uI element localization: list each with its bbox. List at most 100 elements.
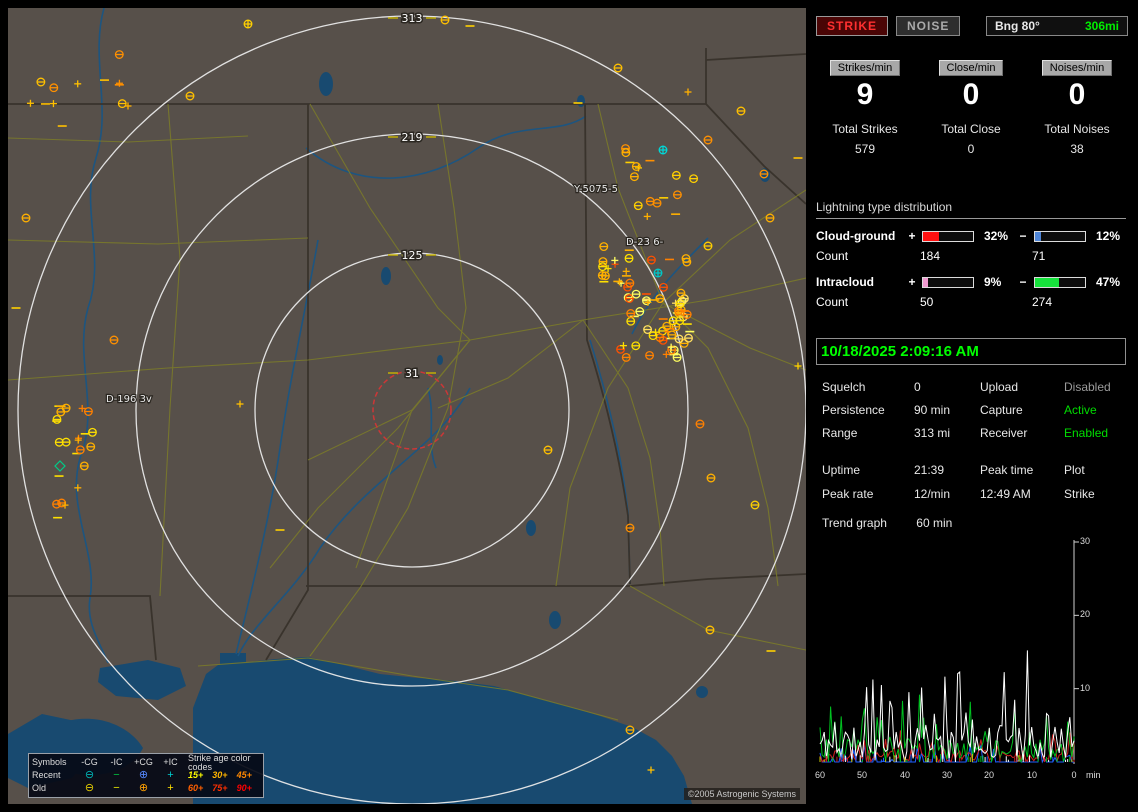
- svg-text:219: 219: [402, 131, 423, 144]
- copyright-label: ©2005 Astrogenic Systems: [683, 788, 800, 800]
- legend-col-pos-ic: +IC: [163, 757, 178, 767]
- x-axis-unit: min: [1086, 770, 1101, 780]
- receiver-value: Enabled: [1064, 426, 1109, 440]
- total-close-label: Total Close: [941, 121, 1001, 136]
- peak-rate-value: 12/min: [914, 487, 951, 501]
- strikes-per-min-column: Strikes/min 9 Total Strikes 579: [813, 60, 917, 156]
- app-window: 313 219 125 31 Y-5075-5 D-23 6- D-196 3v Symbo…: [0, 0, 1138, 812]
- map-legend: Symbols -CG -IC +CG +IC Strike age color…: [28, 753, 264, 798]
- bearing-range-box: Bng 80° 306mi: [986, 16, 1128, 36]
- uptime-label: Uptime: [822, 463, 861, 477]
- rate-stats: Strikes/min 9 Total Strikes 579 Close/mi…: [812, 60, 1130, 156]
- intracloud-row: Intracloud + 9% − 47%: [816, 275, 1126, 289]
- close-per-min-value: 0: [962, 78, 980, 111]
- count-label: Count: [816, 295, 849, 309]
- close-per-min-button[interactable]: Close/min: [938, 60, 1004, 76]
- legend-age-title: Strike age color codes: [188, 752, 251, 772]
- trend-graph-canvas: [819, 540, 1079, 764]
- age-30: 30+: [212, 770, 228, 780]
- cloud-ground-count-row: Count 184 71: [816, 249, 1126, 263]
- legend-symbols-header: Symbols: [32, 757, 67, 767]
- range-setting-label: Range: [822, 426, 858, 440]
- upload-value: Disabled: [1064, 380, 1111, 394]
- lightning-distribution: Lightning type distribution Cloud-ground…: [816, 200, 1126, 321]
- x-tick-50: 50: [856, 770, 867, 780]
- minus-sign: −: [1019, 275, 1027, 289]
- svg-text:Y-5075-5: Y-5075-5: [573, 184, 618, 195]
- map-canvas[interactable]: 313 219 125 31 Y-5075-5 D-23 6- D-196 3v: [8, 8, 806, 804]
- peak-time-value: 12:49 AM: [980, 487, 1031, 501]
- svg-text:D-23 6-: D-23 6-: [626, 237, 664, 248]
- trend-graph-value: 60 min: [916, 516, 953, 530]
- datetime-display: 10/18/2025 2:09:16 AM: [816, 338, 1126, 365]
- legend-col-neg-ic: -IC: [110, 757, 123, 767]
- receiver-label: Receiver: [980, 426, 1028, 440]
- x-tick-30: 30: [941, 770, 952, 780]
- capture-value: Active: [1064, 403, 1097, 417]
- x-tick-0: 0: [1071, 770, 1077, 780]
- noises-per-min-value: 0: [1068, 78, 1086, 111]
- age-90: 90+: [236, 783, 252, 793]
- range-label: 306mi: [1084, 19, 1119, 33]
- noise-indicator-button[interactable]: NOISE: [896, 16, 961, 36]
- legend-col-pos-cg: +CG: [134, 757, 153, 767]
- age-75: 75+: [212, 783, 228, 793]
- cloud-ground-label: Cloud-ground: [816, 229, 896, 243]
- indicator-bar: STRIKE NOISE Bng 80° 306mi: [816, 16, 1128, 36]
- cg-positive-bar-fill: [923, 231, 939, 241]
- uptime-value: 21:39: [914, 463, 945, 477]
- legend-col-neg-cg: -CG: [81, 757, 98, 767]
- cg-negative-bar: [1034, 230, 1086, 242]
- x-tick-40: 40: [899, 770, 910, 780]
- old-pos-cg-icon: ⊕: [138, 782, 149, 794]
- trend-graph-label: Trend graph: [822, 516, 887, 530]
- svg-text:313: 313: [402, 12, 423, 25]
- total-close-value: 0: [967, 141, 975, 156]
- ic-positive-count: 50: [920, 295, 934, 309]
- old-neg-ic-icon: −: [113, 782, 120, 794]
- legend-old-label: Old: [32, 783, 47, 793]
- strikes-per-min-value: 9: [856, 78, 874, 111]
- peak-rate-label: Peak rate: [822, 487, 874, 501]
- svg-text:31: 31: [405, 367, 419, 380]
- old-pos-ic-icon: +: [167, 782, 174, 794]
- plus-sign: +: [908, 275, 916, 289]
- minus-sign: −: [1019, 229, 1027, 243]
- y-tick-30: 30: [1080, 536, 1091, 546]
- cg-negative-bar-fill: [1035, 231, 1041, 241]
- squelch-value: 0: [914, 380, 921, 394]
- svg-text:D-196 3v: D-196 3v: [106, 394, 152, 405]
- recent-neg-ic-icon: −: [113, 769, 120, 781]
- capture-label: Capture: [980, 403, 1023, 417]
- x-tick-60: 60: [814, 770, 825, 780]
- plus-sign: +: [908, 229, 916, 243]
- count-label: Count: [816, 249, 849, 263]
- ic-positive-bar: [922, 276, 974, 288]
- total-noises-value: 38: [1070, 141, 1084, 156]
- cg-positive-count: 184: [920, 249, 941, 263]
- cloud-ground-row: Cloud-ground + 32% − 12%: [816, 229, 1126, 243]
- cg-positive-pct: 32%: [984, 229, 1009, 243]
- legend-recent-label: Recent: [32, 770, 61, 780]
- strike-indicator-button[interactable]: STRIKE: [816, 16, 889, 36]
- old-neg-cg-icon: ⊖: [84, 782, 95, 794]
- noises-per-min-button[interactable]: Noises/min: [1041, 60, 1113, 76]
- ic-positive-bar-fill: [923, 277, 928, 287]
- plot-value: Strike: [1064, 487, 1095, 501]
- intracloud-count-row: Count 50 274: [816, 295, 1126, 309]
- peak-time-label: Peak time: [980, 463, 1034, 477]
- age-45: 45+: [236, 770, 252, 780]
- total-noises-label: Total Noises: [1044, 121, 1110, 136]
- total-strikes-value: 579: [854, 141, 876, 156]
- close-per-min-column: Close/min 0 Total Close 0: [919, 60, 1023, 156]
- strikes-per-min-button[interactable]: Strikes/min: [829, 60, 901, 76]
- lightning-map[interactable]: 313 219 125 31 Y-5075-5 D-23 6- D-196 3v Symbo…: [8, 8, 806, 804]
- plot-label: Plot: [1064, 463, 1085, 477]
- x-tick-10: 10: [1026, 770, 1037, 780]
- distribution-title: Lightning type distribution: [816, 200, 1126, 219]
- persistence-value: 90 min: [914, 403, 951, 417]
- ic-positive-pct: 9%: [984, 275, 1002, 289]
- session-grid: Uptime 21:39 Peak time Plot Peak rate 12…: [822, 463, 1126, 501]
- ic-negative-count: 274: [1032, 295, 1053, 309]
- squelch-label: Squelch: [822, 380, 866, 394]
